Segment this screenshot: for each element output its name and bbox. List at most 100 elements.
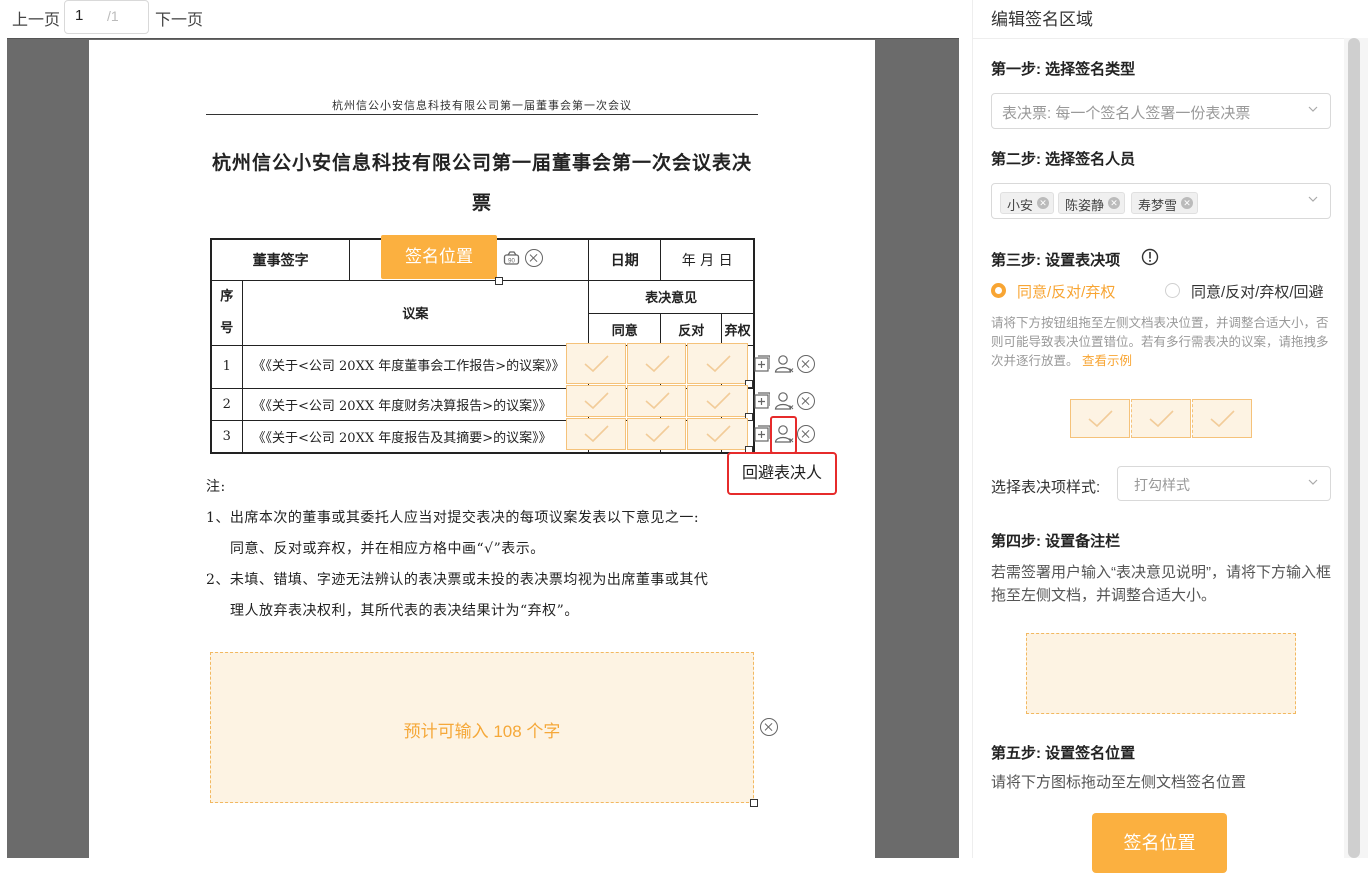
vote-option-radio-1[interactable] [991,283,1006,298]
vote-check-cell[interactable] [566,418,626,450]
tag-remove-icon[interactable]: ✕ [1181,197,1194,209]
panel-scrollbar[interactable] [1344,38,1368,858]
row-text: 《《关于<公司 20XX 年度董事会工作报告>的议案》》 [241,344,590,389]
check-icon [705,425,731,443]
check-icon [644,354,670,372]
vote-option-label-2[interactable]: 同意/反对/弃权/回避 [1191,281,1324,302]
vote-check-cell[interactable] [627,418,686,450]
add-square-icon[interactable] [754,392,771,415]
signer-tag[interactable]: 陈姿静 ✕ [1058,192,1126,214]
page-number-input[interactable]: 1 /1 [64,0,149,34]
signature-type-value: 表决票: 每一个签名人签署一份表决票 [1002,105,1251,122]
close-circle-icon[interactable] [797,355,815,373]
svg-text:90: 90 [508,259,515,265]
vote-check-cell[interactable] [566,385,626,417]
add-square-icon[interactable] [754,355,771,378]
vote-style-select[interactable]: 打勾样式 [1117,466,1331,501]
vote-check-cell[interactable] [566,343,626,384]
vote-check-cell[interactable] [627,385,686,417]
check-icon [644,392,670,410]
seq-header: 序号 [210,279,243,346]
vote-check-cell[interactable] [687,385,748,417]
panel-check-cell[interactable] [1070,399,1130,438]
check-icon [1088,409,1113,427]
tag-remove-icon[interactable]: ✕ [1108,197,1121,209]
panel-divider [973,38,1345,39]
user-avoid-icon[interactable] [774,391,794,416]
doc-title-line2: 票 [471,192,492,214]
check-icon [584,425,609,443]
date-label: 日期 [588,238,662,281]
view-example-link[interactable]: 查看示例 [1082,354,1132,368]
tag-remove-icon[interactable]: ✕ [1037,197,1050,209]
row-text: 《《关于<公司 20XX 年度财务决算报告>的议案》》 [241,387,590,421]
avoid-voter-tooltip: 回避表决人 [727,452,837,495]
resize-handle[interactable] [495,277,503,285]
scrollbar-thumb[interactable] [1348,38,1360,858]
remark-input-box[interactable]: 预计可输入 108 个字 [210,652,754,803]
doc-title: 杭州信公小安信息科技有限公司第一届董事会第一次会议表决 票 [206,143,758,223]
opinion-abstain: 弃权 [721,312,756,346]
vote-option-label-1[interactable]: 同意/反对/弃权 [1017,281,1115,302]
doc-title-line1: 杭州信公小安信息科技有限公司第一届董事会第一次会议表决 [211,152,752,174]
note-1-cont: 同意、反对或弃权，并在相应方格中画“√”表示。 [230,541,545,557]
draggable-remark-box[interactable] [1026,633,1296,714]
chevron-down-icon [1308,106,1318,112]
close-circle-icon[interactable] [760,718,778,736]
panel-check-cell[interactable] [1192,399,1252,438]
remark-placeholder: 预计可输入 108 个字 [403,722,561,741]
close-circle-icon[interactable] [797,392,815,410]
step5-desc: 请将下方图标拖动至左侧文档签名位置 [991,774,1247,791]
close-circle-icon[interactable] [797,425,815,443]
vote-option-radio-2[interactable] [1165,283,1180,298]
user-avoid-icon[interactable] [774,354,794,379]
info-circle-icon[interactable] [1141,248,1159,271]
avoid-highlight-box [770,416,797,454]
step2-label: 第二步: 选择签名人员 [991,151,1136,168]
total-pages: /1 [107,8,119,24]
edit-signature-panel: 编辑签名区域 第一步: 选择签名类型 表决票: 每一个签名人签署一份表决票 第二… [972,0,1345,873]
signature-type-select[interactable]: 表决票: 每一个签名人签署一份表决票 [991,93,1331,129]
note-1: 1、出席本次的董事或其委托人应当对提交表决的每项议案发表以下意见之一: [206,510,700,526]
check-icon [644,425,670,443]
vote-style-value: 打勾样式 [1134,477,1190,493]
signer-tag[interactable]: 小安 ✕ [1000,192,1055,214]
row-no: 3 [210,419,243,454]
add-square-icon[interactable] [754,425,771,448]
director-sign-label: 董事签字 [210,238,351,281]
signer-select[interactable]: 小安 ✕ 陈姿静 ✕ 寿梦雪 ✕ [991,183,1331,219]
step5-label: 第五步: 设置签名位置 [991,745,1136,762]
vote-check-cell[interactable] [687,343,748,384]
panel-check-cell[interactable] [1131,399,1191,438]
signer-tag[interactable]: 寿梦雪 ✕ [1131,192,1199,214]
resize-handle[interactable] [750,799,758,807]
step4-desc: 若需签署用户输入“表决意见说明”，请将下方输入框拖至左侧文档，并调整合适大小。 [991,564,1331,604]
chevron-down-icon [1308,479,1318,485]
step3-label: 第三步: 设置表决项 [991,252,1121,269]
row-no: 1 [210,344,243,389]
row-text: 《《关于<公司 20XX 年度报告及其摘要>的议案》》 [241,419,590,454]
chevron-down-icon [1308,196,1318,202]
check-icon [1210,409,1235,427]
draggable-signature-button[interactable]: 签名位置 [1092,813,1227,873]
seal-icon[interactable]: 90 [503,250,521,271]
next-page-link[interactable]: 下一页 [155,6,203,30]
row-no: 2 [210,387,243,421]
close-circle-icon[interactable] [525,249,543,267]
prev-page-link[interactable]: 上一页 [12,6,60,30]
opinion-agree: 同意 [588,312,662,346]
signature-position-box[interactable]: 签名位置 [381,235,497,279]
check-icon [705,392,731,410]
panel-title: 编辑签名区域 [991,10,1093,29]
step3-hint: 请将下方按钮组拖至左侧文档表决位置，并调整合适大小，否则可能导致表决位置错位。若… [991,316,1329,368]
vote-check-cell[interactable] [627,343,686,384]
pager: 上一页 1 /1 下一页 [0,0,960,36]
step1-label: 第一步: 选择签名类型 [991,61,1136,78]
check-icon [705,354,731,372]
note-2: 2、未填、错填、字迹无法辨认的表决票或未投的表决票均视为出席董事或其代 [206,572,709,588]
style-label: 选择表决项样式: [991,479,1101,496]
opinion-header: 表决意见 [588,279,756,314]
check-icon [1149,409,1174,427]
step4-label: 第四步: 设置备注栏 [991,533,1121,550]
vote-check-cell[interactable] [687,418,748,450]
